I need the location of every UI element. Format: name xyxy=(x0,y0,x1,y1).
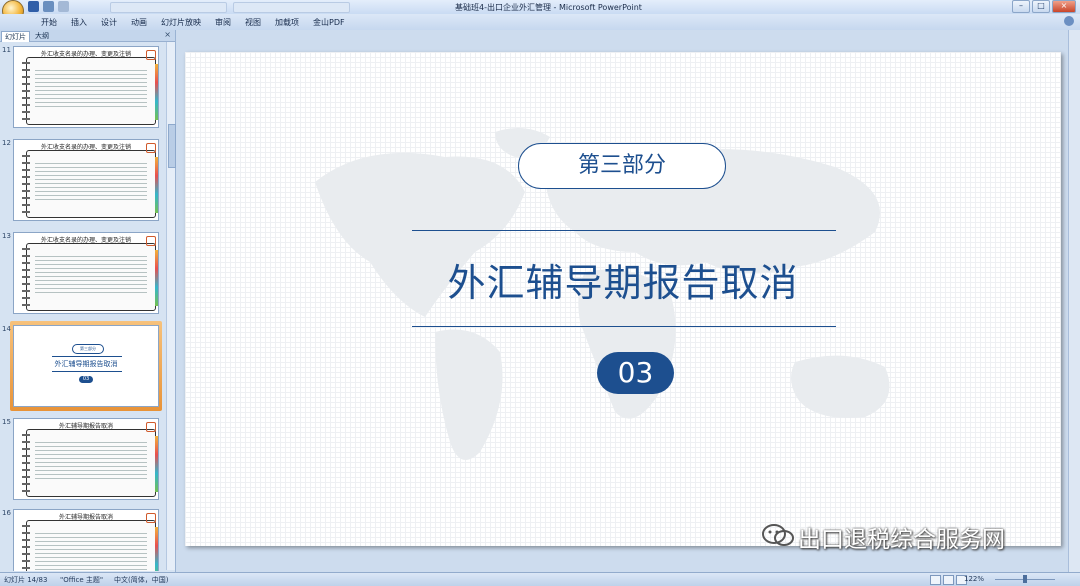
pane-tabs: 幻灯片 大纲 × xyxy=(0,30,175,42)
watermark-text: 出口退税综合服务网 xyxy=(798,527,1005,553)
slide-thumbnail[interactable]: 11 外汇收支名录的办理、变更及注销 xyxy=(0,46,168,136)
notebook-graphic xyxy=(22,243,158,311)
slide-thumbnail-selected[interactable]: 14 第三部分 外汇辅导期报告取消 03 xyxy=(0,321,168,415)
notebook-graphic xyxy=(22,429,158,497)
stamp-icon xyxy=(146,513,156,523)
notebook-graphic xyxy=(22,520,158,571)
help-icon[interactable] xyxy=(1064,16,1074,26)
slide-thumbnail[interactable]: 13 外汇收支名录的办理、变更及注销 xyxy=(0,232,168,322)
undo-icon[interactable] xyxy=(43,1,54,12)
thumbnail-image: 外汇收支名录的办理、变更及注销 xyxy=(13,139,159,221)
window-title: 基础班4-出口企业外汇管理 - Microsoft PowerPoint xyxy=(455,3,642,12)
pane-close-icon[interactable]: × xyxy=(164,30,171,39)
slide-thumbnail[interactable]: 15 外汇辅导期报告取消 xyxy=(0,418,168,508)
ribbon-tabs: 开始 插入 设计 动画 幻灯片放映 审阅 视图 加载项 金山PDF xyxy=(34,17,352,28)
view-buttons xyxy=(930,575,967,585)
slide-canvas[interactable]: 第三部分 外汇辅导期报告取消 03 xyxy=(185,52,1061,546)
title-bar: 基础班4-出口企业外汇管理 - Microsoft PowerPoint – □… xyxy=(0,0,1080,22)
slide-number: 12 xyxy=(2,139,11,147)
stamp-icon xyxy=(146,50,156,60)
taskbar-tab[interactable] xyxy=(110,2,227,13)
pane-scrollbar[interactable] xyxy=(166,42,176,570)
zoom-slider-handle[interactable] xyxy=(1023,575,1027,583)
status-bar: 幻灯片 14/83 "Office 主题" 中文(简体，中国) 122% xyxy=(0,572,1080,586)
tab-insert[interactable]: 插入 xyxy=(64,17,94,28)
slide-number: 14 xyxy=(2,325,11,333)
tab-slides[interactable]: 幻灯片 xyxy=(1,31,30,42)
slide-number: 16 xyxy=(2,509,11,517)
thumbnail-section-title: 外汇辅导期报告取消 xyxy=(54,360,118,368)
slide-number: 13 xyxy=(2,232,11,240)
slide-title: 外汇辅导期报告取消 xyxy=(447,261,799,305)
normal-view-button[interactable] xyxy=(930,575,941,585)
thumbnail-image: 外汇辅导期报告取消 xyxy=(13,418,159,500)
section-label: 第三部分 xyxy=(518,143,726,189)
divider xyxy=(52,371,122,372)
tab-pdf[interactable]: 金山PDF xyxy=(306,17,352,28)
slide-number: 11 xyxy=(2,46,11,54)
tab-addins[interactable]: 加载项 xyxy=(268,17,306,28)
save-icon[interactable] xyxy=(28,1,39,12)
thumbnail-image: 外汇收支名录的办理、变更及注销 xyxy=(13,232,159,314)
scrollbar-thumb[interactable] xyxy=(168,124,176,168)
close-button[interactable]: × xyxy=(1052,0,1076,13)
tab-home[interactable]: 开始 xyxy=(34,17,64,28)
taskbar-tabs xyxy=(110,2,350,13)
thumbnail-image: 第三部分 外汇辅导期报告取消 03 xyxy=(13,325,159,407)
slide-number: 15 xyxy=(2,418,11,426)
stamp-icon xyxy=(146,236,156,246)
stamp-icon xyxy=(146,143,156,153)
slide-thumbnail[interactable]: 16 外汇辅导期报告取消 xyxy=(0,509,168,571)
language[interactable]: 中文(简体，中国) xyxy=(114,575,168,585)
quick-access-toolbar xyxy=(28,1,69,12)
restore-button[interactable]: □ xyxy=(1032,0,1050,13)
notebook-graphic xyxy=(22,57,158,125)
taskbar-tab[interactable] xyxy=(233,2,350,13)
tab-view[interactable]: 视图 xyxy=(238,17,268,28)
sorter-view-button[interactable] xyxy=(943,575,954,585)
divider xyxy=(52,356,122,357)
thumbnail-section-label: 第三部分 xyxy=(72,344,104,354)
tab-animations[interactable]: 动画 xyxy=(124,17,154,28)
theme-name: "Office 主题" xyxy=(60,576,104,584)
main-scrollbar[interactable] xyxy=(1068,30,1080,572)
ribbon: 开始 插入 设计 动画 幻灯片放映 审阅 视图 加载项 金山PDF xyxy=(0,14,1080,31)
wechat-icon xyxy=(762,524,794,546)
redo-icon[interactable] xyxy=(58,1,69,12)
tab-outline[interactable]: 大纲 xyxy=(32,31,52,41)
thumbnail-image: 外汇收支名录的办理、变更及注销 xyxy=(13,46,159,128)
slide-thumbnail[interactable]: 12 外汇收支名录的办理、变更及注销 xyxy=(0,139,168,229)
zoom-level[interactable]: 122% xyxy=(964,575,984,583)
top-divider xyxy=(412,230,836,231)
section-number: 03 xyxy=(597,352,674,394)
ribbon-right xyxy=(1064,16,1074,26)
tab-design[interactable]: 设计 xyxy=(94,17,124,28)
stamp-icon xyxy=(146,422,156,432)
tab-slideshow[interactable]: 幻灯片放映 xyxy=(154,17,208,28)
slide-counter: 幻灯片 14/83 xyxy=(4,576,48,584)
thumbnail-image: 外汇辅导期报告取消 xyxy=(13,509,159,571)
notebook-graphic xyxy=(22,150,158,218)
tab-review[interactable]: 审阅 xyxy=(208,17,238,28)
minimize-button[interactable]: – xyxy=(1012,0,1030,13)
slides-pane: 幻灯片 大纲 × 11 外汇收支名录的办理、变更及注销 12 外汇收支名录的办理… xyxy=(0,30,176,572)
window-controls: – □ × xyxy=(1012,0,1076,13)
bottom-divider xyxy=(412,326,836,327)
thumbnail-section-number: 03 xyxy=(79,376,93,383)
